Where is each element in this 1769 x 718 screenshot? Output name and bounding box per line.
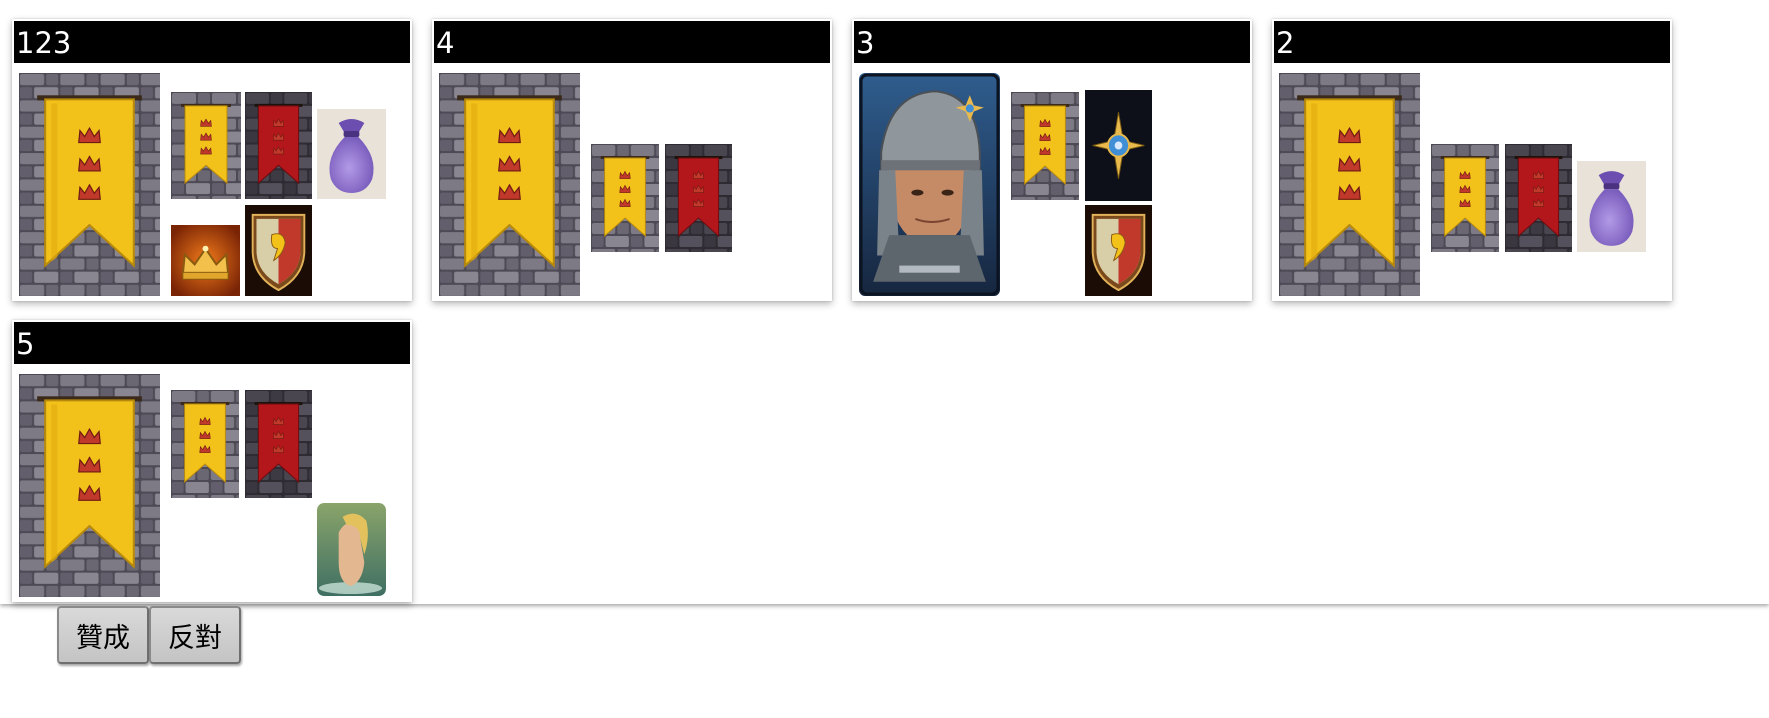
crown-icon[interactable] xyxy=(171,225,240,296)
leader-banner-card xyxy=(439,73,580,296)
yellow-banner-token[interactable] xyxy=(171,390,239,498)
shield-icon[interactable] xyxy=(245,205,312,296)
player-panel-4: 4 xyxy=(432,19,832,301)
player-panel-3: 3 xyxy=(852,19,1252,301)
purple-bag-icon[interactable] xyxy=(317,109,386,199)
red-banner-token[interactable] xyxy=(245,390,312,498)
leader-banner-card xyxy=(1279,73,1420,296)
yellow-banner-token[interactable] xyxy=(171,92,241,199)
red-banner-token[interactable] xyxy=(245,92,312,199)
approve-button[interactable]: 贊成 xyxy=(57,606,149,664)
player-panel-5: 5 xyxy=(12,320,412,602)
shield-icon[interactable] xyxy=(1085,205,1152,296)
player-name-header: 5 xyxy=(14,322,410,364)
player-name-header: 3 xyxy=(854,21,1250,63)
red-banner-token[interactable] xyxy=(1505,144,1572,252)
purple-bag-icon[interactable] xyxy=(1577,161,1646,252)
leader-banner-card xyxy=(19,374,160,597)
game-board: 123 4 3 2 5 xyxy=(0,0,1769,604)
red-banner-token[interactable] xyxy=(665,144,732,252)
player-name-header: 4 xyxy=(434,21,830,63)
leader-banner-card xyxy=(19,73,160,296)
knight-character-card[interactable] xyxy=(859,73,1000,296)
lady-of-the-lake-card[interactable] xyxy=(317,503,386,596)
yellow-banner-token[interactable] xyxy=(591,144,659,252)
reject-button[interactable]: 反對 xyxy=(149,606,241,664)
yellow-banner-token[interactable] xyxy=(1431,144,1499,252)
player-panel-123: 123 xyxy=(12,19,412,301)
player-name-header: 123 xyxy=(14,21,410,63)
compass-star-icon[interactable] xyxy=(1085,90,1152,201)
player-panel-2: 2 xyxy=(1272,19,1672,301)
player-name-header: 2 xyxy=(1274,21,1670,63)
yellow-banner-token[interactable] xyxy=(1011,92,1079,200)
